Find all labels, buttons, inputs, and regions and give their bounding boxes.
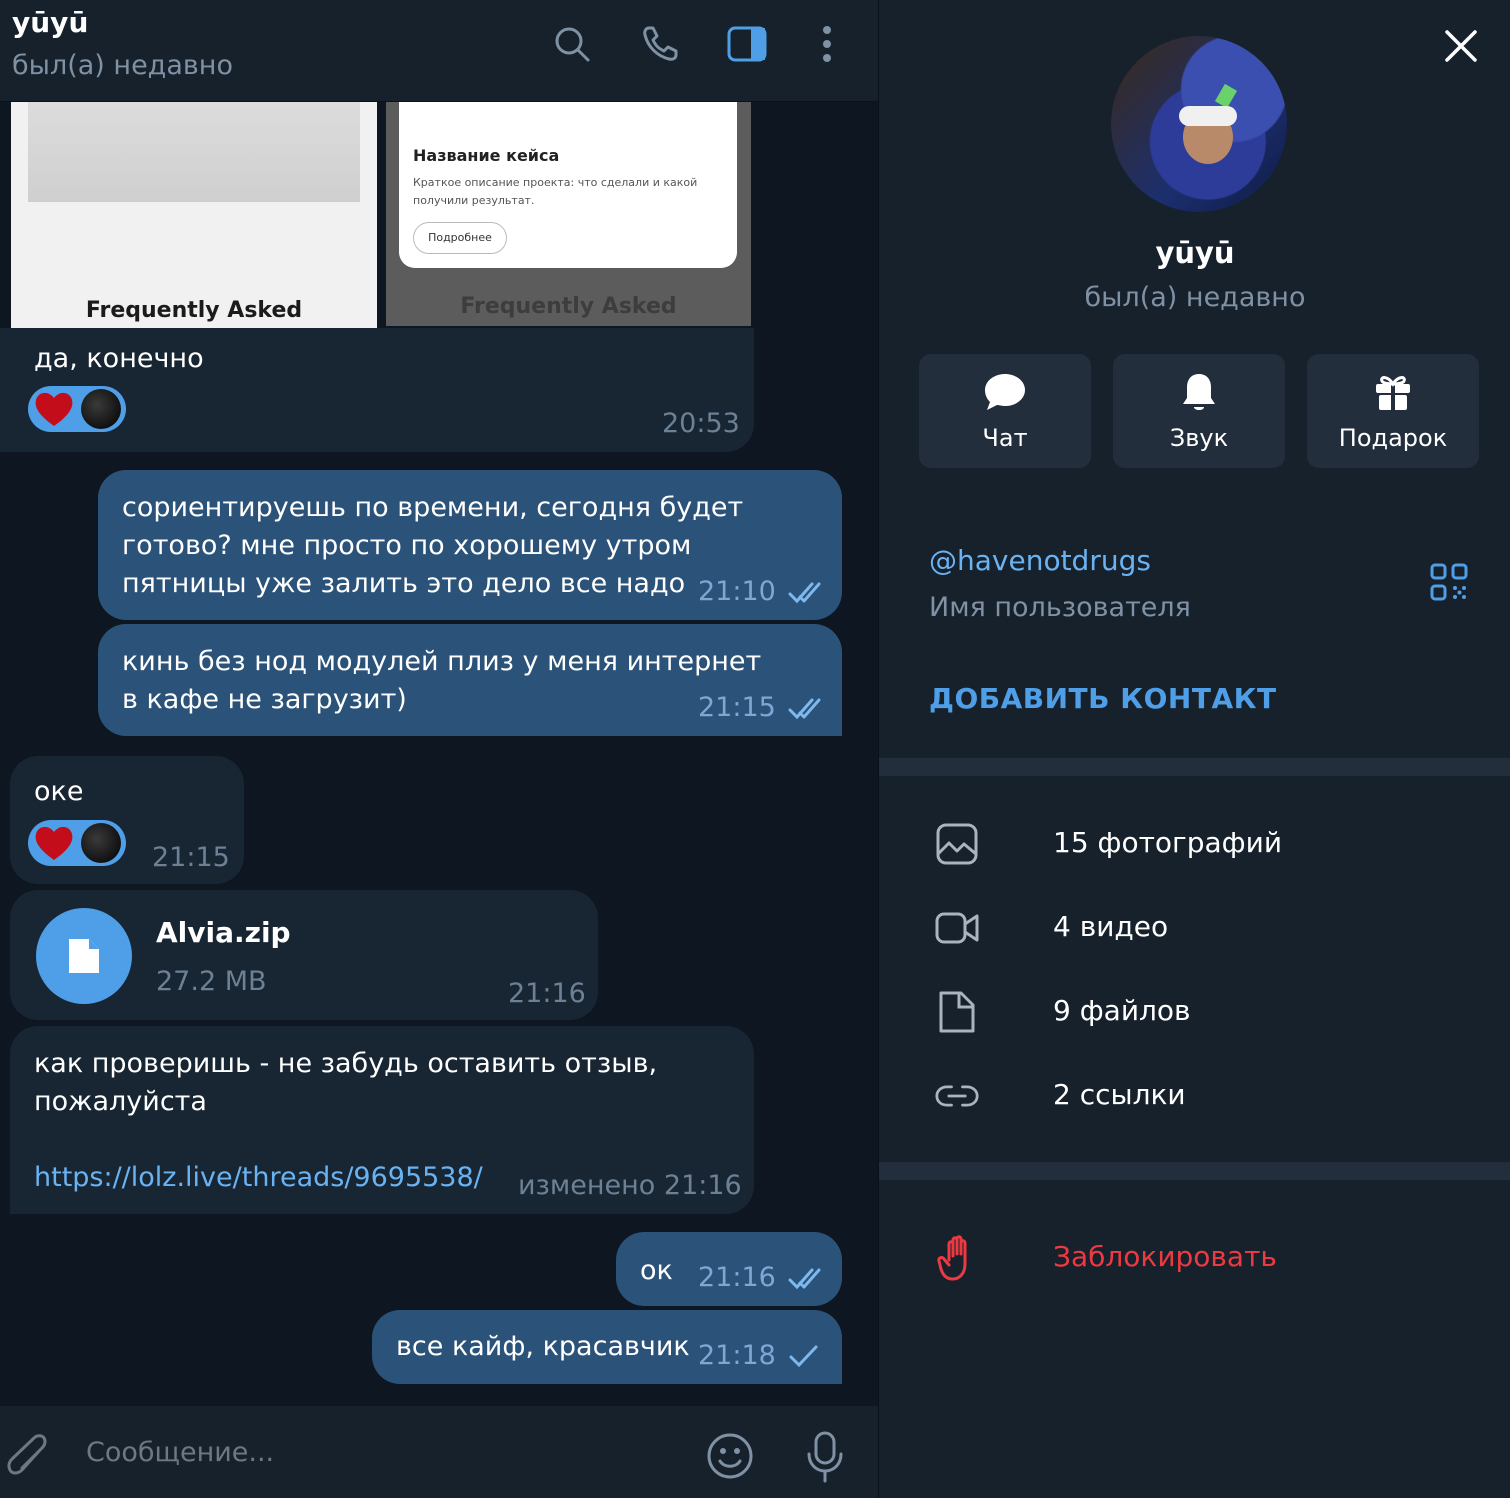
sidebar-toggle-icon[interactable]: [725, 22, 769, 66]
emoji-icon[interactable]: [706, 1432, 754, 1480]
file-size: 27.2 MB: [156, 966, 267, 997]
add-contact-button[interactable]: ДОБАВИТЬ КОНТАКТ: [929, 682, 1277, 715]
case-card-image: Название кейса Краткое описание проекта:…: [399, 102, 737, 268]
message-time: 21:18: [698, 1340, 776, 1371]
file-name: Alvia.zip: [156, 916, 291, 949]
message-time: изменено 21:16: [518, 1170, 742, 1201]
reaction-avatar: [81, 389, 121, 429]
more-vertical-icon[interactable]: [805, 22, 849, 66]
profile-panel: yūyū был(а) недавно Чат Звук Подарок @ha…: [878, 0, 1510, 1498]
media-row-links[interactable]: 2 ссылки: [879, 1054, 1510, 1138]
gift-icon: [1376, 376, 1410, 410]
reactions[interactable]: [28, 820, 126, 866]
media-row-label: 15 фотографий: [1053, 826, 1283, 859]
message-time: 21:16: [698, 1262, 776, 1293]
message-text: все кайф, красавчик: [396, 1331, 690, 1362]
media-row-videos[interactable]: 4 видео: [879, 886, 1510, 970]
message-text: как проверишь - не забудь оставить отзыв…: [34, 1048, 658, 1117]
message-bubble-outgoing[interactable]: ок 21:16: [616, 1232, 842, 1306]
business-card-image: [28, 102, 360, 202]
username-label: Имя пользователя: [929, 592, 1191, 623]
heart-reaction-icon: [35, 826, 73, 860]
action-label: Звук: [1169, 424, 1229, 452]
media-row-photos[interactable]: 15 фотографий: [879, 802, 1510, 886]
single-check-icon: [789, 1345, 818, 1368]
video-icon: [935, 912, 979, 944]
action-label: Чат: [982, 424, 1028, 452]
profile-avatar[interactable]: [1111, 36, 1287, 212]
message-text: да, конечно: [34, 343, 204, 374]
chat-action-button[interactable]: Чат: [919, 354, 1091, 468]
profile-status: был(а) недавно: [1084, 282, 1306, 313]
chat-status: был(а) недавно: [12, 50, 233, 81]
chat-header[interactable]: yūyū был(а) недавно: [0, 0, 878, 102]
case-card-description: Краткое описание проекта: что сделали и …: [413, 176, 698, 207]
photo-caption-left: Frequently Asked: [85, 298, 303, 323]
section-divider: [879, 758, 1510, 776]
block-user-button[interactable]: Заблокировать: [879, 1216, 1510, 1300]
phone-icon[interactable]: [638, 22, 682, 66]
double-check-icon: [788, 582, 821, 604]
case-card-title: Название кейса: [413, 146, 560, 165]
chat-bubble-icon: [985, 374, 1025, 410]
document-icon[interactable]: [36, 908, 132, 1004]
media-row-label: 2 ссылки: [1053, 1078, 1186, 1111]
section-divider: [879, 1162, 1510, 1180]
message-time: 21:16: [508, 978, 586, 1009]
profile-name: yūyū: [1155, 236, 1235, 270]
gift-action-button[interactable]: Подарок: [1307, 354, 1479, 468]
media-row-label: 9 файлов: [1053, 994, 1191, 1027]
message-input[interactable]: [86, 1430, 646, 1474]
message-time: 21:10: [698, 576, 776, 607]
media-row-label: 4 видео: [1053, 910, 1169, 943]
qr-code-icon[interactable]: [1429, 562, 1469, 602]
action-label: Подарок: [1338, 424, 1448, 452]
reaction-avatar: [81, 823, 121, 863]
photo-caption-right: Frequently Asked: [460, 294, 677, 319]
profile-username[interactable]: @havenotdrugs: [929, 544, 1151, 577]
file-message[interactable]: Alvia.zip 27.2 MB 21:16: [10, 890, 598, 1020]
sound-action-button[interactable]: Звук: [1113, 354, 1285, 468]
reactions[interactable]: [28, 386, 126, 432]
message-link[interactable]: https://lolz.live/threads/9695538/: [34, 1159, 483, 1197]
hand-stop-icon: [937, 1235, 967, 1281]
message-bubble-outgoing[interactable]: все кайф, красавчик 21:18: [372, 1310, 842, 1384]
message-bubble-incoming[interactable]: да, конечно 20:53: [0, 328, 754, 452]
message-bubble-outgoing[interactable]: кинь без нод модулей плиз у меня интерне…: [98, 624, 842, 736]
photo-preview-right[interactable]: Название кейса Краткое описание проекта:…: [386, 102, 751, 326]
paperclip-icon[interactable]: [6, 1432, 50, 1482]
double-check-icon: [788, 1268, 821, 1290]
case-card-button: Подробнее: [413, 222, 507, 254]
message-text: ок: [640, 1255, 673, 1286]
avatar-detail: [1179, 106, 1237, 126]
message-composer: [0, 1406, 878, 1498]
search-icon[interactable]: [550, 22, 594, 66]
file-icon: [939, 991, 975, 1033]
close-icon[interactable]: [1439, 24, 1483, 68]
photo-preview-left[interactable]: Frequently Asked: [11, 102, 377, 328]
message-bubble-outgoing[interactable]: сориентируешь по времени, сегодня будет …: [98, 470, 842, 620]
message-time: 20:53: [662, 408, 740, 439]
microphone-icon[interactable]: [804, 1430, 846, 1484]
media-row-files[interactable]: 9 файлов: [879, 970, 1510, 1054]
double-check-icon: [788, 698, 821, 720]
message-bubble-incoming[interactable]: как проверишь - не забудь оставить отзыв…: [10, 1026, 754, 1214]
block-label: Заблокировать: [1053, 1240, 1277, 1273]
message-time: 21:15: [152, 842, 230, 873]
message-bubble-incoming[interactable]: оке 21:15: [10, 756, 244, 884]
chat-pane: Frequently Asked Название кейса Краткое …: [0, 0, 878, 1498]
message-time: 21:15: [698, 692, 776, 723]
message-text: оке: [34, 776, 84, 807]
link-icon: [935, 1085, 979, 1107]
avatar-detail: [1214, 83, 1238, 109]
chat-title: yūyū: [12, 6, 89, 39]
heart-reaction-icon: [35, 392, 73, 426]
photo-icon: [936, 823, 978, 865]
message-text: кинь без нод модулей плиз у меня интерне…: [122, 646, 762, 715]
bell-icon: [1183, 374, 1215, 410]
